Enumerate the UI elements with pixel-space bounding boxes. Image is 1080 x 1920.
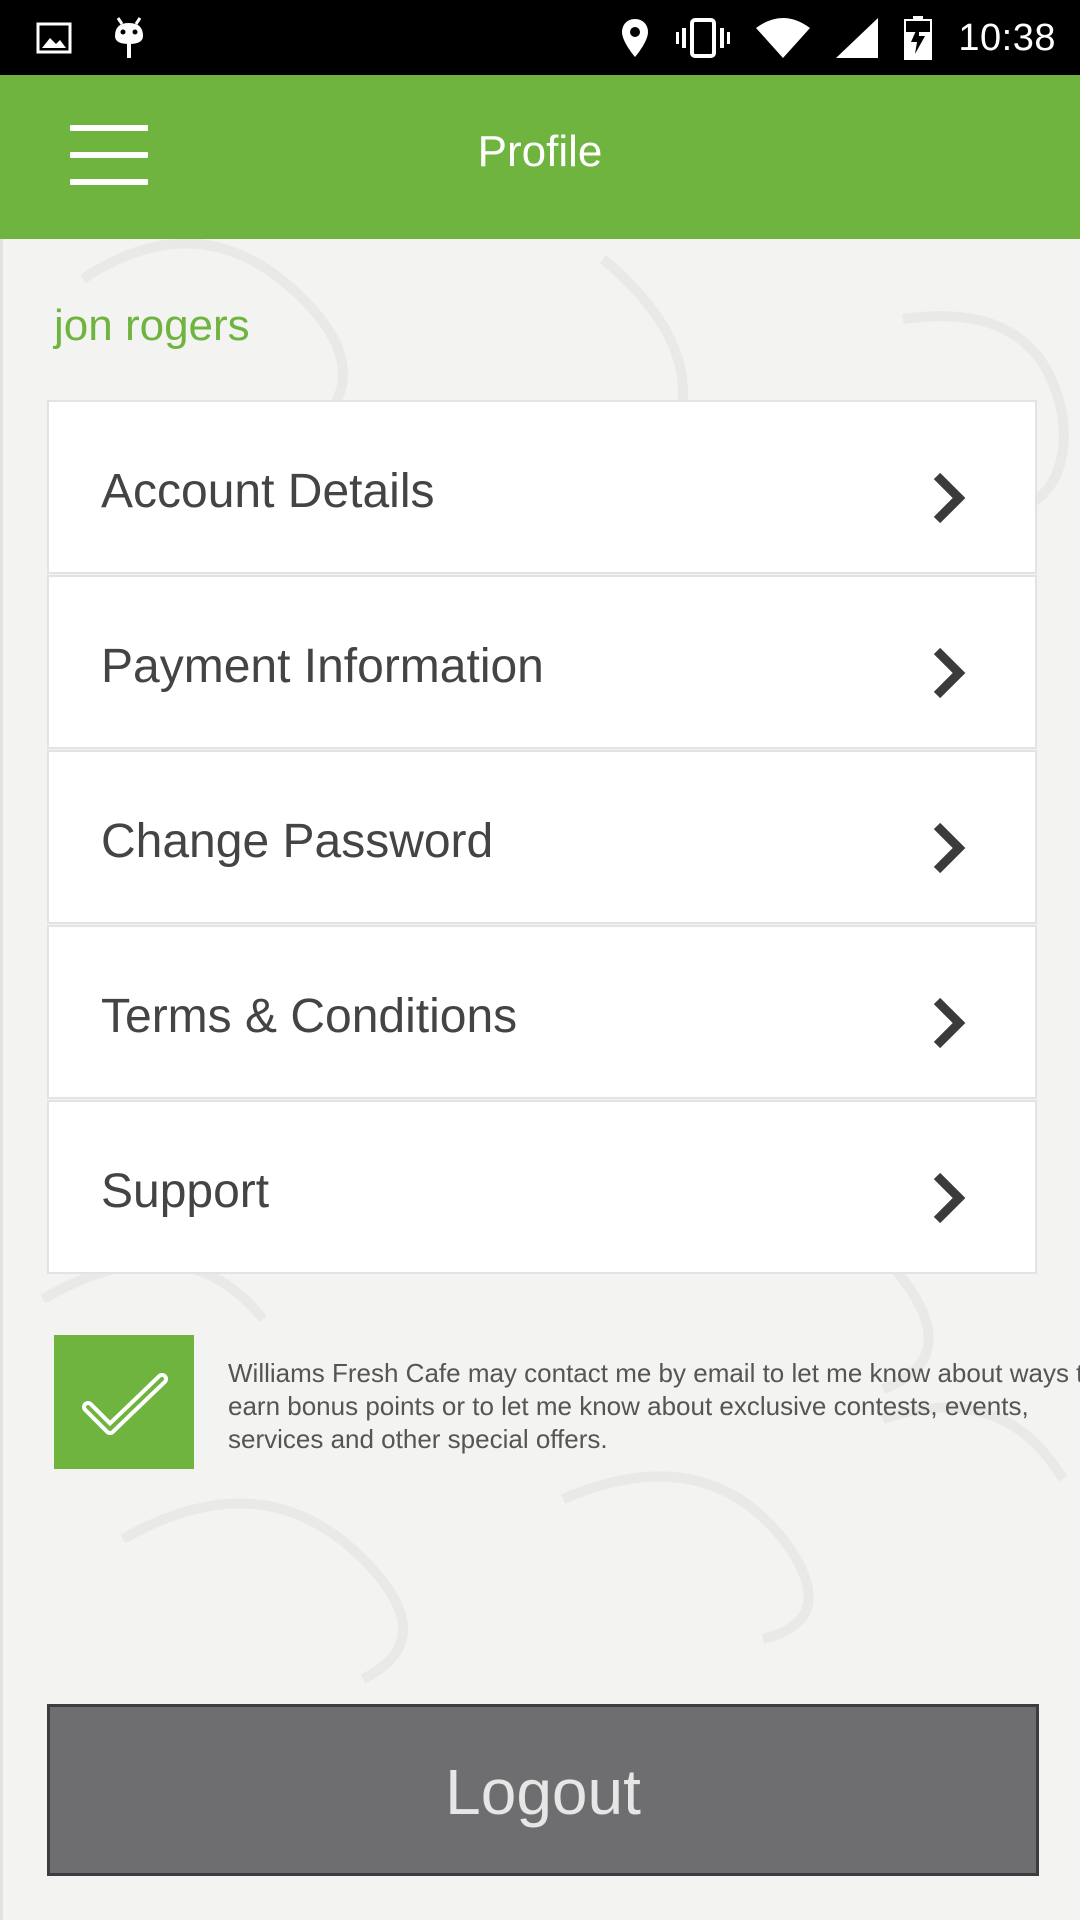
wifi-icon [756, 18, 811, 58]
chevron-right-icon [933, 647, 966, 699]
menu-item-change-password[interactable]: Change Password [47, 750, 1037, 924]
menu-item-payment-information[interactable]: Payment Information [47, 575, 1037, 749]
logout-label: Logout [445, 1756, 641, 1828]
image-icon [36, 22, 72, 54]
menu-item-label: Support [101, 1165, 270, 1218]
signal-icon [836, 18, 879, 58]
menu-item-support[interactable]: Support [47, 1100, 1037, 1274]
menu-item-label: Change Password [101, 815, 494, 868]
menu-item-label: Account Details [101, 465, 435, 518]
username: jon rogers [54, 301, 250, 350]
chevron-right-icon [933, 472, 966, 524]
email-consent-text: Williams Fresh Cafe may contact me by em… [228, 1358, 1080, 1454]
location-icon [620, 17, 650, 59]
android-debug-icon [112, 16, 146, 60]
checkmark-icon [82, 1373, 168, 1435]
menu-item-label: Terms & Conditions [101, 990, 518, 1043]
menu-item-terms-conditions[interactable]: Terms & Conditions [47, 925, 1037, 1099]
menu-item-label: Payment Information [101, 640, 544, 693]
page-title: Profile [477, 127, 603, 176]
profile-menu: Account Details Payment Information Chan… [47, 400, 1037, 1275]
chevron-right-icon [933, 1172, 966, 1224]
chevron-right-icon [933, 822, 966, 874]
status-bar: 10:38 [0, 0, 1080, 75]
email-consent-checkbox[interactable] [54, 1335, 194, 1469]
email-consent: Williams Fresh Cafe may contact me by em… [54, 1335, 1080, 1475]
battery-charging-icon [904, 16, 933, 60]
vibrate-icon [676, 17, 731, 59]
logout-button[interactable]: Logout [47, 1704, 1039, 1876]
chevron-right-icon [933, 997, 966, 1049]
profile-content: jon rogers Account Details Payment Infor… [0, 239, 1080, 1920]
menu-item-account-details[interactable]: Account Details [47, 400, 1037, 574]
app-bar: Profile [0, 75, 1080, 239]
clock-time: 10:38 [958, 16, 1056, 59]
